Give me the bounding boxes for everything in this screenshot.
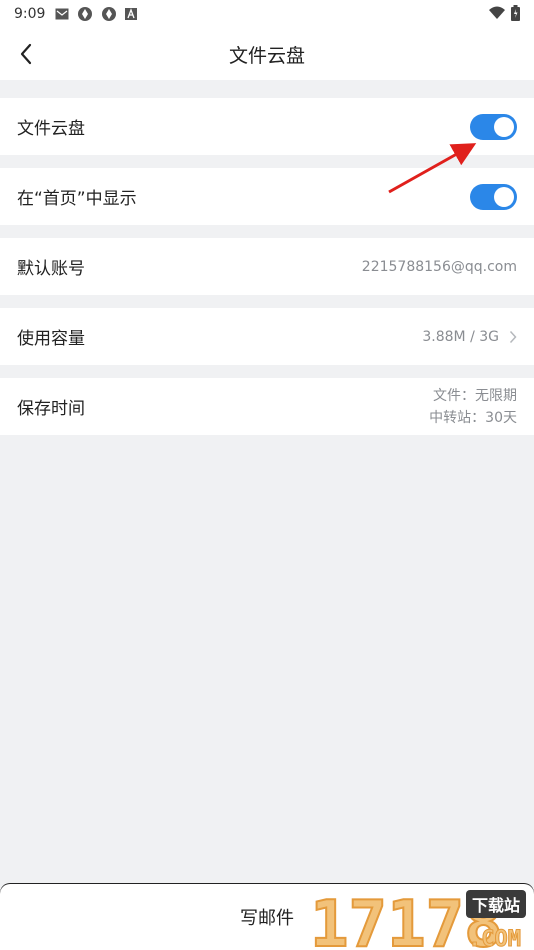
usage-row[interactable]: 使用容量 3.88M / 3G	[0, 308, 534, 365]
a-icon	[125, 8, 138, 20]
cloud-disk-label: 文件云盘	[17, 119, 85, 139]
retention-file: 文件：无限期	[433, 387, 517, 404]
annotation-arrow-icon	[388, 143, 477, 194]
chevron-left-icon	[20, 43, 32, 65]
status-bar: 9:09	[0, 0, 534, 28]
back-button[interactable]	[14, 42, 38, 66]
default-account-value: 2215788156@qq.com	[361, 258, 517, 275]
watermark-logo: 17178 下载站 .COM	[309, 887, 526, 950]
battery-icon	[511, 5, 520, 25]
wifi-icon	[489, 6, 505, 24]
status-time: 9:09	[14, 6, 46, 22]
default-account-label: 默认账号	[17, 259, 85, 279]
cloud-disk-toggle[interactable]	[470, 113, 517, 140]
retention-transfer: 中转站：30天	[429, 409, 517, 426]
status-right	[489, 5, 520, 25]
usage-label: 使用容量	[17, 329, 85, 349]
usage-value: 3.88M / 3G	[422, 328, 499, 345]
app-icon	[77, 6, 93, 22]
top-nav: 文件云盘	[0, 28, 534, 80]
compose-button[interactable]: 写邮件	[240, 904, 294, 930]
watermark-badge: 下载站	[472, 896, 520, 915]
page-title: 文件云盘	[228, 44, 305, 67]
retention-value: 文件：无限期 中转站：30天	[429, 385, 517, 429]
app-icon	[101, 6, 117, 22]
retention-label: 保存时间	[17, 399, 85, 419]
chevron-right-icon	[509, 330, 517, 344]
watermark-domain: .COM	[468, 927, 521, 950]
mail-icon	[55, 8, 69, 20]
default-account-row[interactable]: 默认账号 2215788156@qq.com	[0, 238, 534, 295]
retention-row: 保存时间 文件：无限期 中转站：30天	[0, 378, 534, 435]
